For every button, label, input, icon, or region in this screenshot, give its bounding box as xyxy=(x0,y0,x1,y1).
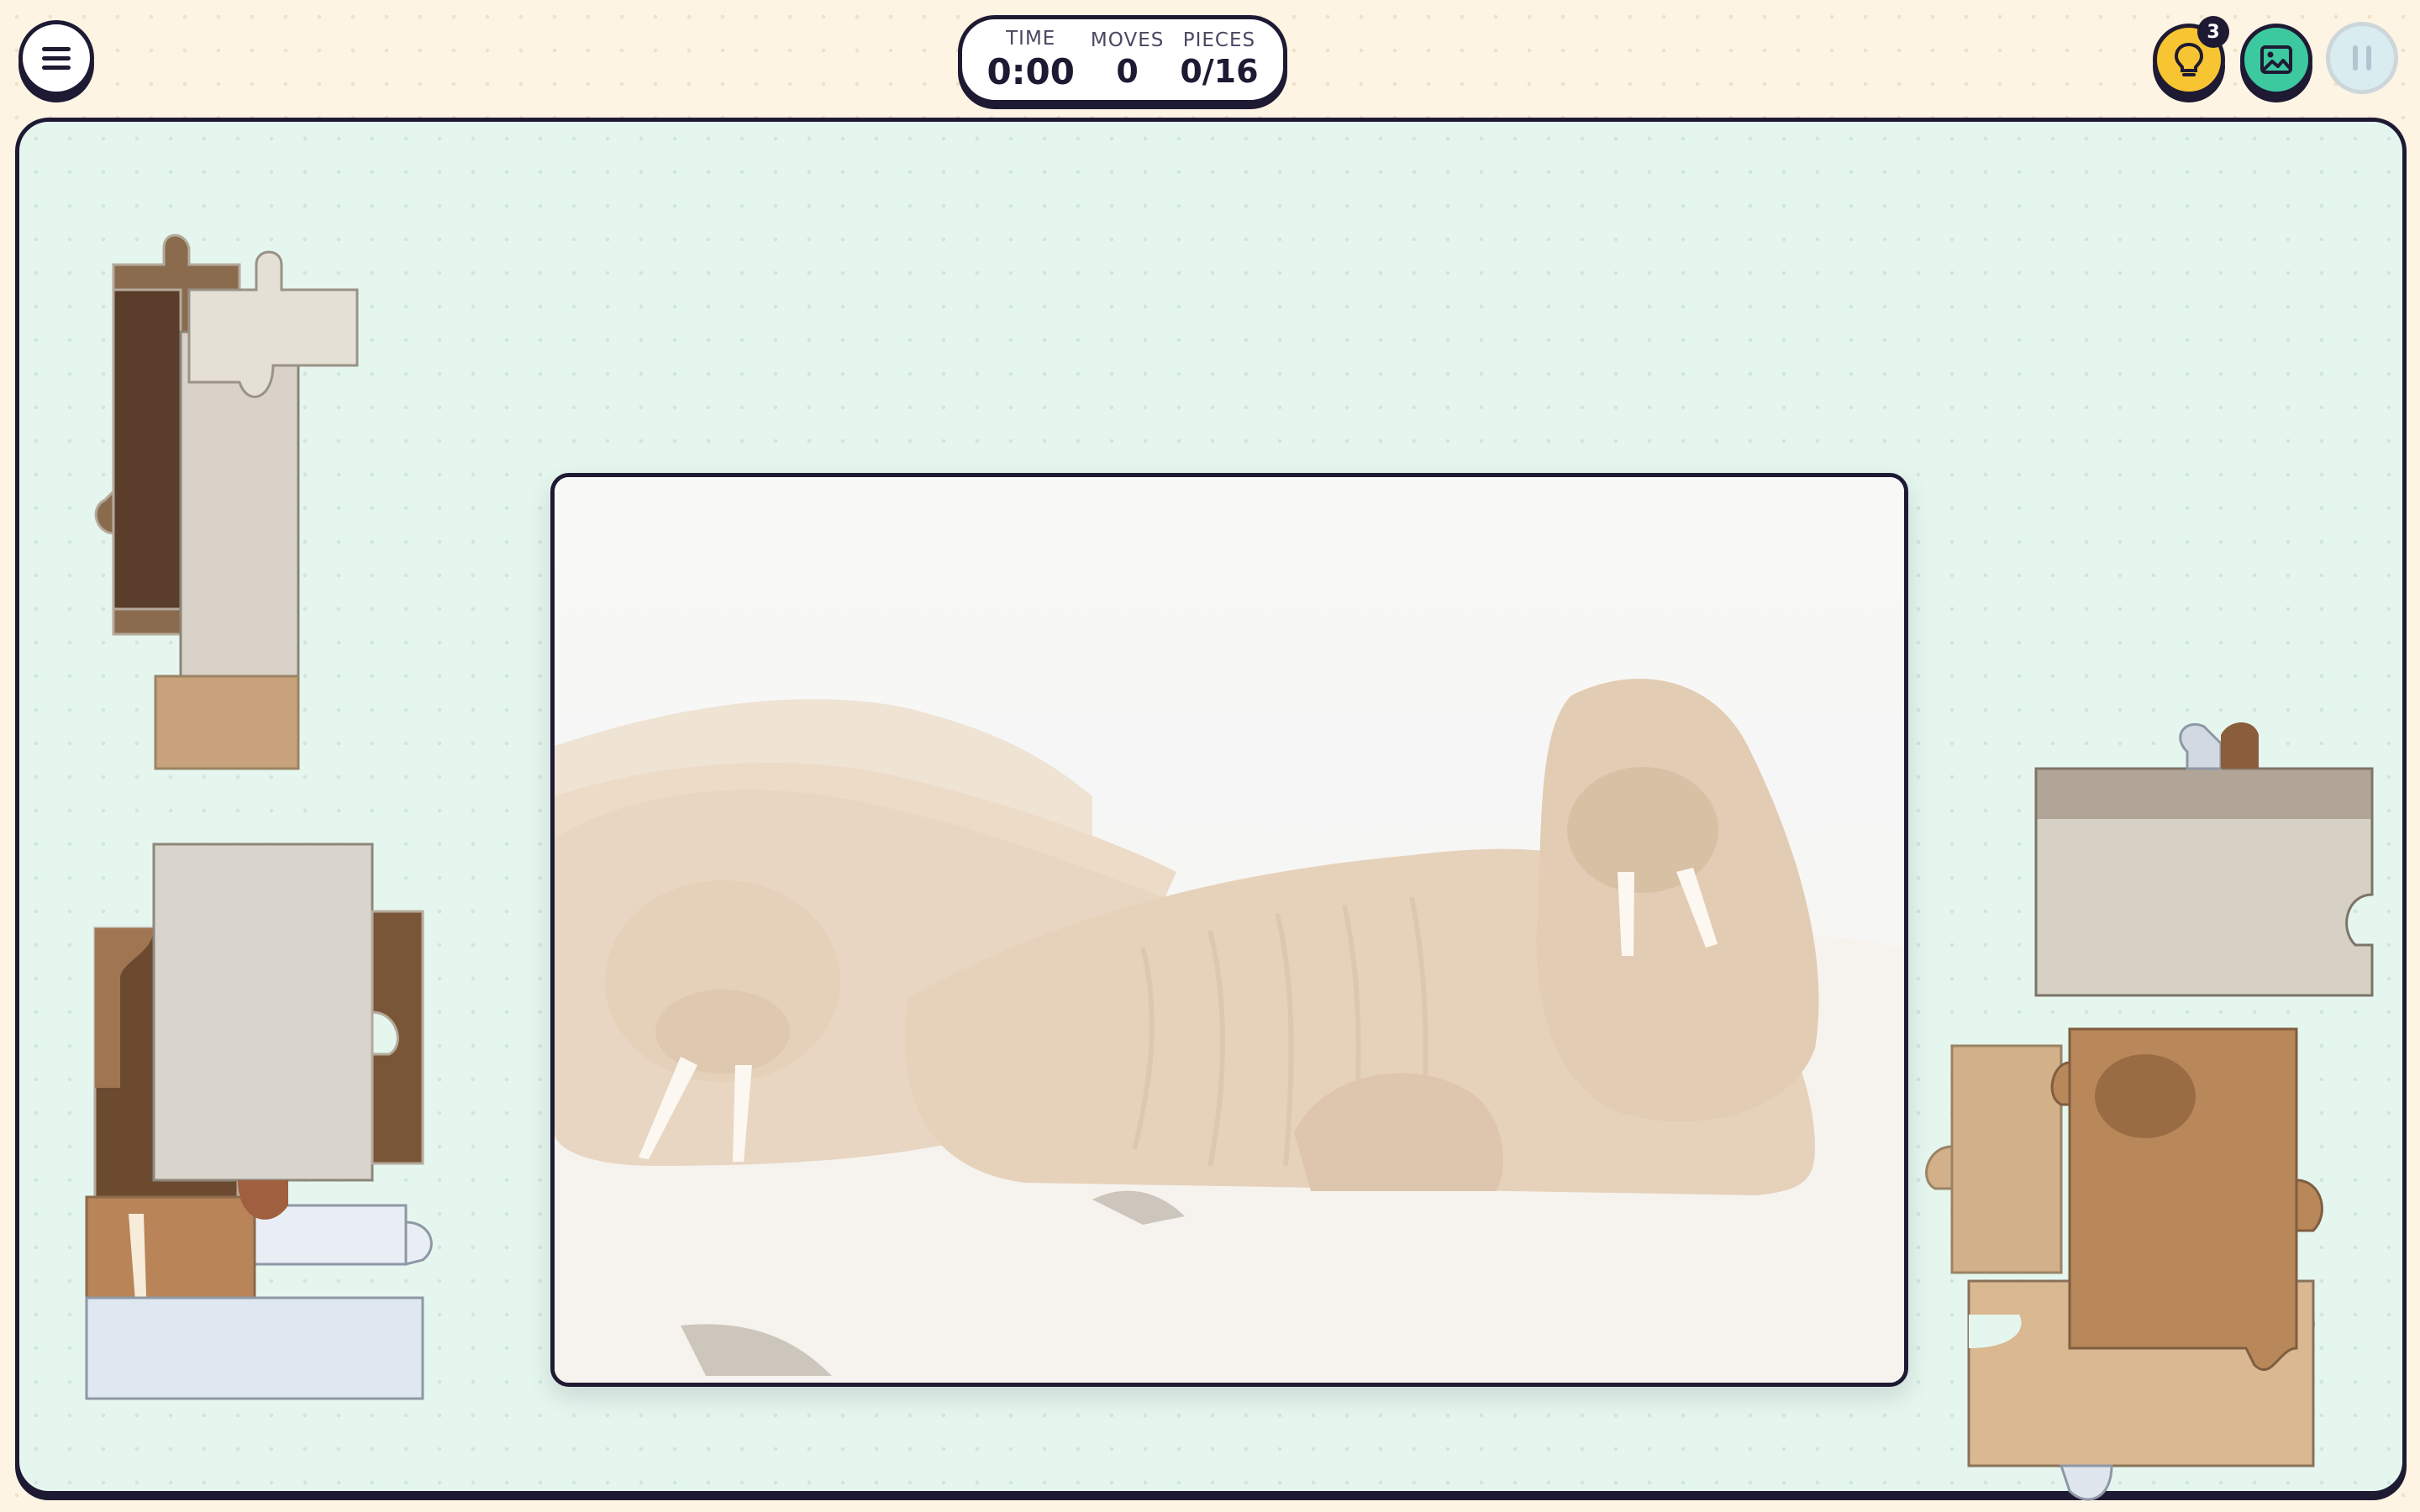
puzzle-frame xyxy=(550,473,1908,1387)
stats-panel: TIME 0:00 MOVES 0 PIECES 0/16 xyxy=(958,15,1287,104)
pieces-value: 0/16 xyxy=(1180,53,1259,90)
time-value: 0:00 xyxy=(986,50,1075,92)
time-stat: TIME 0:00 xyxy=(986,28,1074,92)
menu-button[interactable] xyxy=(18,20,94,96)
hint-button[interactable]: 3 xyxy=(2153,16,2229,96)
puzzle-piece[interactable] xyxy=(80,214,382,785)
time-label: TIME xyxy=(1006,27,1056,50)
puzzle-board xyxy=(15,118,2407,1501)
moves-stat: MOVES 0 xyxy=(1091,29,1164,90)
puzzle-piece[interactable] xyxy=(1902,626,2374,1512)
pause-icon xyxy=(2353,45,2371,71)
puzzle-piece[interactable] xyxy=(70,811,507,1400)
moves-value: 0 xyxy=(1116,53,1139,90)
puzzle-preview-image xyxy=(555,477,1904,1383)
preview-image-button[interactable] xyxy=(2240,24,2312,96)
pieces-stat: PIECES 0/16 xyxy=(1180,29,1258,90)
menu-icon xyxy=(42,46,71,70)
moves-label: MOVES xyxy=(1090,29,1165,51)
image-icon xyxy=(2260,45,2292,74)
hint-count-badge: 3 xyxy=(2197,16,2229,48)
pieces-label: PIECES xyxy=(1182,29,1256,51)
pause-button[interactable] xyxy=(2326,22,2398,94)
lightbulb-icon xyxy=(2174,42,2204,76)
